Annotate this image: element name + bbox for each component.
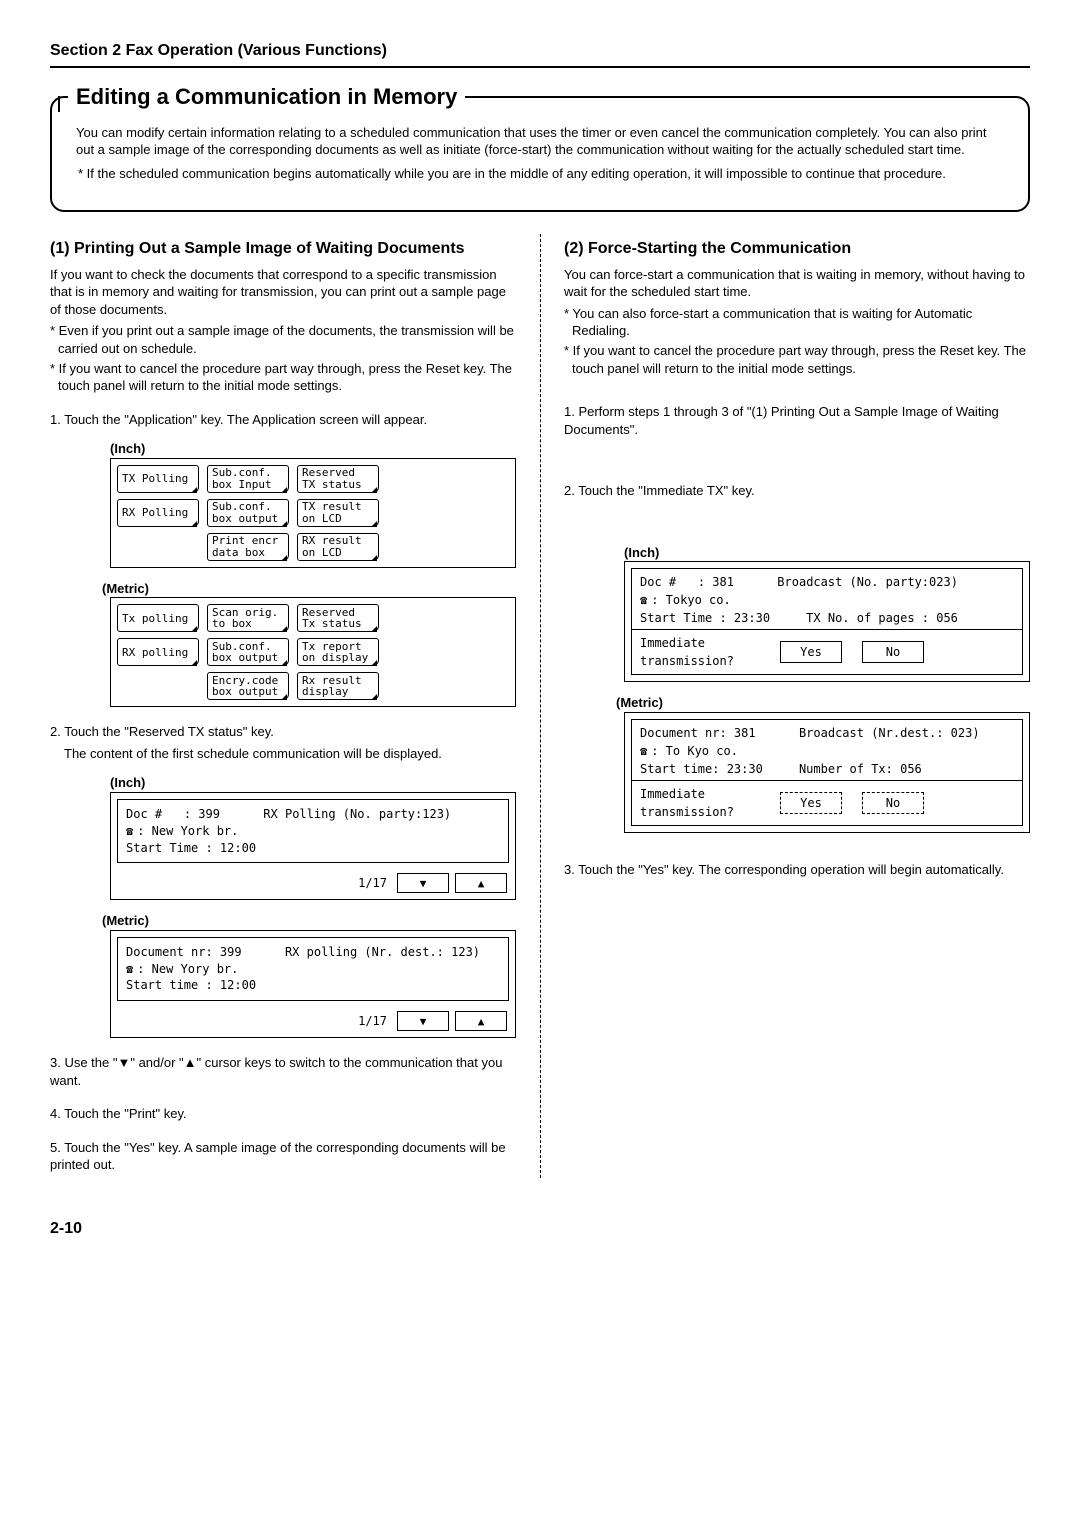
- reserved-tx-status-button[interactable]: ReservedTX status: [297, 465, 379, 493]
- left-step-2b: The content of the first schedule commun…: [50, 745, 516, 763]
- left-column: (1) Printing Out a Sample Image of Waiti…: [50, 234, 528, 1178]
- page-indicator: 1/17: [358, 1013, 387, 1030]
- metric-label: (Metric): [102, 580, 516, 598]
- intro-note: * If the scheduled communication begins …: [76, 165, 1004, 183]
- right-step-3: 3. Touch the "Yes" key. The correspondin…: [564, 861, 1030, 879]
- right-intro: You can force-start a communication that…: [564, 266, 1030, 301]
- page-indicator: 1/17: [358, 875, 387, 892]
- yes-button[interactable]: Yes: [780, 641, 842, 663]
- rx-polling-button[interactable]: RX Polling: [117, 499, 199, 527]
- lcd-status-inch: Doc # : 399 RX Polling (No. party:123) :…: [110, 792, 516, 900]
- section-header: Section 2 Fax Operation (Various Functio…: [50, 40, 1030, 68]
- no-button[interactable]: No: [862, 792, 924, 814]
- right-step-1: 1. Perform steps 1 through 3 of "(1) Pri…: [564, 403, 1030, 438]
- print-encr-button[interactable]: Print encrdata box: [207, 533, 289, 561]
- tx-result-lcd-button[interactable]: TX resulton LCD: [297, 499, 379, 527]
- reserved-tx-status-button[interactable]: ReservedTx status: [297, 604, 379, 632]
- tx-polling-button[interactable]: TX Polling: [117, 465, 199, 493]
- phone-icon: : To Kyo co.: [640, 742, 1014, 760]
- rx-polling-button[interactable]: RX polling: [117, 638, 199, 666]
- left-step-5: 5. Touch the "Yes" key. A sample image o…: [50, 1139, 516, 1174]
- metric-label-2: (Metric): [102, 912, 516, 930]
- phone-icon: : Tokyo co.: [640, 591, 1014, 609]
- left-heading: (1) Printing Out a Sample Image of Waiti…: [50, 238, 516, 260]
- lcd-immediate-inch: Doc # : 381 Broadcast (No. party:023) : …: [624, 561, 1030, 682]
- right-column: (2) Force-Starting the Communication You…: [552, 234, 1030, 1178]
- phone-icon: : New Yory br.: [126, 961, 500, 978]
- title-box: Editing a Communication in Memory You ca…: [50, 96, 1030, 213]
- phone-icon: : New York br.: [126, 823, 500, 840]
- no-button[interactable]: No: [862, 641, 924, 663]
- lcd-app-inch: TX Polling Sub.conf.box Input ReservedTX…: [110, 458, 516, 568]
- yes-button[interactable]: Yes: [780, 792, 842, 814]
- tx-polling-button[interactable]: Tx polling: [117, 604, 199, 632]
- subconf-output-button[interactable]: Sub.conf.box output: [207, 638, 289, 666]
- right-step-2: 2. Touch the "Immediate TX" key.: [564, 482, 1030, 500]
- right-note-2: * If you want to cancel the procedure pa…: [564, 342, 1030, 377]
- tx-report-display-button[interactable]: Tx reporton display: [297, 638, 379, 666]
- encry-code-button[interactable]: Encry.codebox output: [207, 672, 289, 700]
- left-note-2: * If you want to cancel the procedure pa…: [50, 360, 516, 395]
- subconf-input-button[interactable]: Sub.conf.box Input: [207, 465, 289, 493]
- down-arrow-button[interactable]: ▼: [397, 1011, 449, 1031]
- scan-orig-button[interactable]: Scan orig.to box: [207, 604, 289, 632]
- left-step-3: 3. Use the "▼" and/or "▲" cursor keys to…: [50, 1054, 516, 1089]
- right-note-1: * You can also force-start a communicati…: [564, 305, 1030, 340]
- lcd-app-metric: Tx polling Scan orig.to box ReservedTx s…: [110, 597, 516, 707]
- left-step-2: 2. Touch the "Reserved TX status" key.: [50, 723, 516, 741]
- lcd-status-metric: Document nr: 399 RX polling (Nr. dest.: …: [110, 930, 516, 1038]
- up-arrow-button[interactable]: ▲: [455, 873, 507, 893]
- intro-text: You can modify certain information relat…: [76, 124, 1004, 159]
- right-heading: (2) Force-Starting the Communication: [564, 238, 1030, 260]
- down-arrow-button[interactable]: ▼: [397, 873, 449, 893]
- inch-label-2: (Inch): [110, 774, 516, 792]
- inch-label: (Inch): [110, 440, 516, 458]
- inch-label-3: (Inch): [624, 544, 1030, 562]
- metric-label-3: (Metric): [616, 694, 1030, 712]
- rx-result-display-button[interactable]: Rx resultdisplay: [297, 672, 379, 700]
- rx-result-lcd-button[interactable]: RX resulton LCD: [297, 533, 379, 561]
- left-step-1: 1. Touch the "Application" key. The Appl…: [50, 411, 516, 429]
- lcd-immediate-metric: Document nr: 381 Broadcast (Nr.dest.: 02…: [624, 712, 1030, 833]
- page-title: Editing a Communication in Memory: [68, 82, 465, 112]
- page-number: 2-10: [50, 1218, 1030, 1240]
- up-arrow-button[interactable]: ▲: [455, 1011, 507, 1031]
- subconf-output-button[interactable]: Sub.conf.box output: [207, 499, 289, 527]
- left-step-4: 4. Touch the "Print" key.: [50, 1105, 516, 1123]
- left-intro: If you want to check the documents that …: [50, 266, 516, 319]
- left-note-1: * Even if you print out a sample image o…: [50, 322, 516, 357]
